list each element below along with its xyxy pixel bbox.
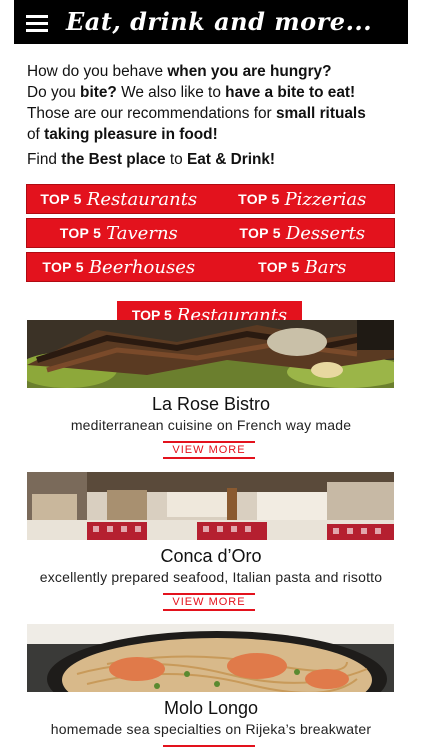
category-label: Restaurants [86, 188, 198, 210]
intro-text-bold: bite? [80, 84, 117, 101]
restaurant-photo[interactable] [27, 320, 394, 388]
category-beerhouses-button[interactable]: TOP 5 Beerhouses [27, 253, 211, 281]
intro-line: Find the Best place to Eat & Drink! [27, 149, 407, 170]
intro-line: Do you bite? We also like to have a bite… [27, 82, 407, 103]
category-prefix: TOP 5 [238, 191, 280, 207]
restaurant-description: excellently prepared seafood, Italian pa… [39, 569, 383, 585]
intro-text-bold: have a bite to eat! [225, 84, 356, 101]
intro-text-bold: taking pleasure in food! [44, 126, 218, 143]
intro-text-part: of [27, 126, 45, 143]
restaurant-photo[interactable] [27, 624, 394, 692]
intro-text-bold: the Best place [61, 151, 166, 168]
restaurant-photo[interactable] [27, 472, 394, 540]
intro-text-bold: when you are hungry? [167, 63, 332, 80]
category-bars-button[interactable]: TOP 5 Bars [211, 253, 395, 281]
intro-line: How do you behave when you are hungry? [27, 61, 407, 82]
category-restaurants-button[interactable]: TOP 5 Restaurants [27, 185, 211, 213]
view-more-button[interactable] [163, 745, 255, 750]
category-taverns-button[interactable]: TOP 5 Taverns [27, 219, 211, 247]
category-label: Desserts [285, 222, 366, 244]
app-header: Eat, drink and more... [14, 0, 408, 44]
intro-text-part: Find [27, 151, 62, 168]
category-label: Bars [304, 256, 347, 278]
restaurant-description: mediterranean cuisine on French way made [70, 417, 352, 433]
category-prefix: TOP 5 [42, 259, 84, 275]
intro-text-bold: Eat & Drink! [186, 151, 276, 168]
restaurant-name: La Rose Bistro [151, 394, 271, 414]
restaurant-description: homemade sea specialties on Rijeka’s bre… [50, 721, 372, 737]
intro-text-part: Those are our recommendations for [27, 105, 276, 122]
category-prefix: TOP 5 [239, 225, 281, 241]
intro-text-part: How do you behave [27, 63, 168, 80]
intro-text-part: to [165, 151, 187, 168]
category-desserts-button[interactable]: TOP 5 Desserts [211, 219, 395, 247]
category-prefix: TOP 5 [258, 259, 300, 275]
intro-text-part: We also like to [116, 84, 226, 101]
hamburger-menu-icon[interactable] [26, 15, 48, 32]
category-grid: TOP 5 Restaurants TOP 5 Pizzerias TOP 5 Tav… [26, 184, 395, 286]
category-pizzerias-button[interactable]: TOP 5 Pizzerias [211, 185, 395, 213]
view-more-button[interactable]: VIEW MORE [163, 593, 255, 611]
category-label: Pizzerias [284, 188, 367, 210]
intro-line: of taking pleasure in food! [27, 124, 407, 145]
app-title: Eat, drink and more... [66, 7, 373, 36]
restaurant-name: Conca d’Oro [160, 546, 262, 566]
category-label: Beerhouses [88, 256, 196, 278]
category-prefix: TOP 5 [59, 225, 102, 241]
view-more-button[interactable]: VIEW MORE [163, 441, 255, 459]
restaurant-name: Molo Longo [163, 698, 259, 718]
intro-text-part: Do you [27, 84, 81, 101]
intro-line: Those are our recommendations for small … [27, 103, 407, 124]
intro-text: How do you behave when you are hungry? D… [27, 61, 407, 170]
category-label: Taverns [106, 222, 178, 244]
category-prefix: TOP 5 [40, 191, 82, 207]
intro-text-bold: small rituals [275, 105, 366, 122]
